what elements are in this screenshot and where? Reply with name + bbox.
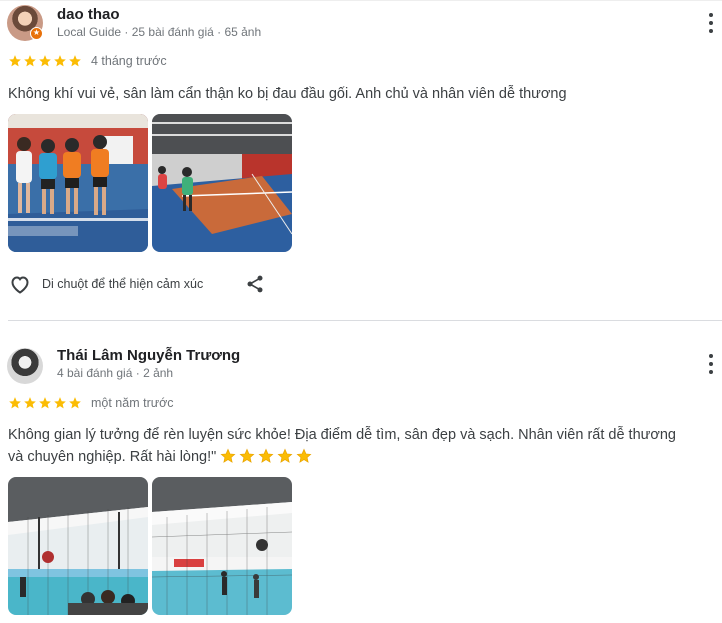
star-emoji-icon [220, 448, 236, 463]
star-rating [8, 396, 82, 410]
review-card: Thái Lâm Nguyễn Trương 4 bài đánh giá · … [0, 320, 722, 623]
review-time: 4 tháng trước [91, 54, 167, 68]
review-time: một năm trước [91, 396, 174, 410]
more-vert-icon[interactable] [706, 13, 716, 33]
review-actions: Di chuột để thể hiện cảm xúc [8, 272, 203, 296]
local-guide-badge-icon: ★ [30, 27, 43, 40]
star-emoji-icon [277, 448, 293, 463]
review-photo[interactable] [152, 114, 292, 252]
share-icon[interactable] [245, 274, 265, 294]
star-emoji-icon [296, 448, 312, 463]
reviewer-name[interactable]: dao thao [57, 6, 120, 23]
review-photo[interactable] [152, 477, 292, 615]
star-icon [9, 55, 21, 67]
star-icon [24, 397, 36, 409]
reviewer-name[interactable]: Thái Lâm Nguyễn Trương [57, 347, 240, 364]
review-text-line-end: và chuyên nghiệp. Rất hài lòng!" [8, 449, 217, 465]
review-photo[interactable] [8, 477, 148, 615]
star-icon [69, 55, 81, 67]
star-icon [54, 397, 66, 409]
star-icon [69, 397, 81, 409]
reviewer-meta: Local Guide · 25 bài đánh giá · 65 ảnh [57, 25, 262, 39]
review-text: Không khí vui vẻ, sân làm cẩn thận ko bị… [8, 86, 567, 102]
review-text-line: Không gian lý tưởng để rèn luyện sức khỏ… [8, 427, 676, 443]
review-photo[interactable] [8, 114, 148, 252]
star-icon [9, 397, 21, 409]
react-label: Di chuột để thể hiện cảm xúc [42, 277, 204, 291]
star-icon [39, 55, 51, 67]
star-rating [8, 54, 82, 68]
review-text: Không gian lý tưởng để rèn luyện sức khỏ… [8, 424, 720, 468]
avatar[interactable] [7, 348, 43, 384]
star-icon [39, 397, 51, 409]
reviewer-meta: 4 bài đánh giá · 2 ảnh [57, 366, 174, 380]
star-icon [24, 55, 36, 67]
star-emoji-icon [239, 448, 255, 463]
star-emoji-icon [258, 448, 274, 463]
star-icon [54, 55, 66, 67]
review-card: ★ dao thao Local Guide · 25 bài đánh giá… [0, 0, 722, 320]
emoji-stars [220, 448, 312, 464]
review-text-line: và chuyên nghiệp. Rất hài lòng!" [8, 446, 720, 468]
heart-outline-icon[interactable] [8, 272, 32, 296]
more-vert-icon[interactable] [706, 354, 716, 374]
